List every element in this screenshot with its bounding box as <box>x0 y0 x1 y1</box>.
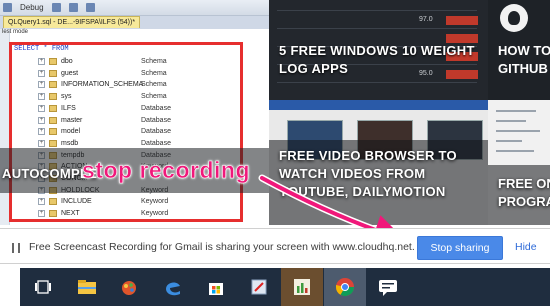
store-icon[interactable] <box>195 268 237 306</box>
annotation-label: stop recording <box>82 157 251 184</box>
snipping-icon[interactable] <box>238 268 280 306</box>
stop-sharing-button[interactable]: Stop sharing <box>417 236 503 260</box>
pause-icon <box>12 243 20 253</box>
taskbar <box>0 268 550 306</box>
edge-icon[interactable] <box>152 268 194 306</box>
hide-link[interactable]: Hide <box>515 241 537 253</box>
chrome-icon[interactable] <box>324 268 366 306</box>
message-icon[interactable] <box>367 268 409 306</box>
screen-share-bar: Free Screencast Recording for Gmail is s… <box>0 228 550 264</box>
search-box[interactable] <box>0 268 20 306</box>
screen: Debug QLQuery1.sql - DE...-9IFSPA\ILFS (… <box>0 0 550 306</box>
file-explorer-icon[interactable] <box>66 268 108 306</box>
paint-icon[interactable] <box>108 268 150 306</box>
task-view-icon[interactable] <box>22 268 64 306</box>
share-message: Free Screencast Recording for Gmail is s… <box>29 241 415 253</box>
chart-app-icon[interactable] <box>281 268 323 306</box>
